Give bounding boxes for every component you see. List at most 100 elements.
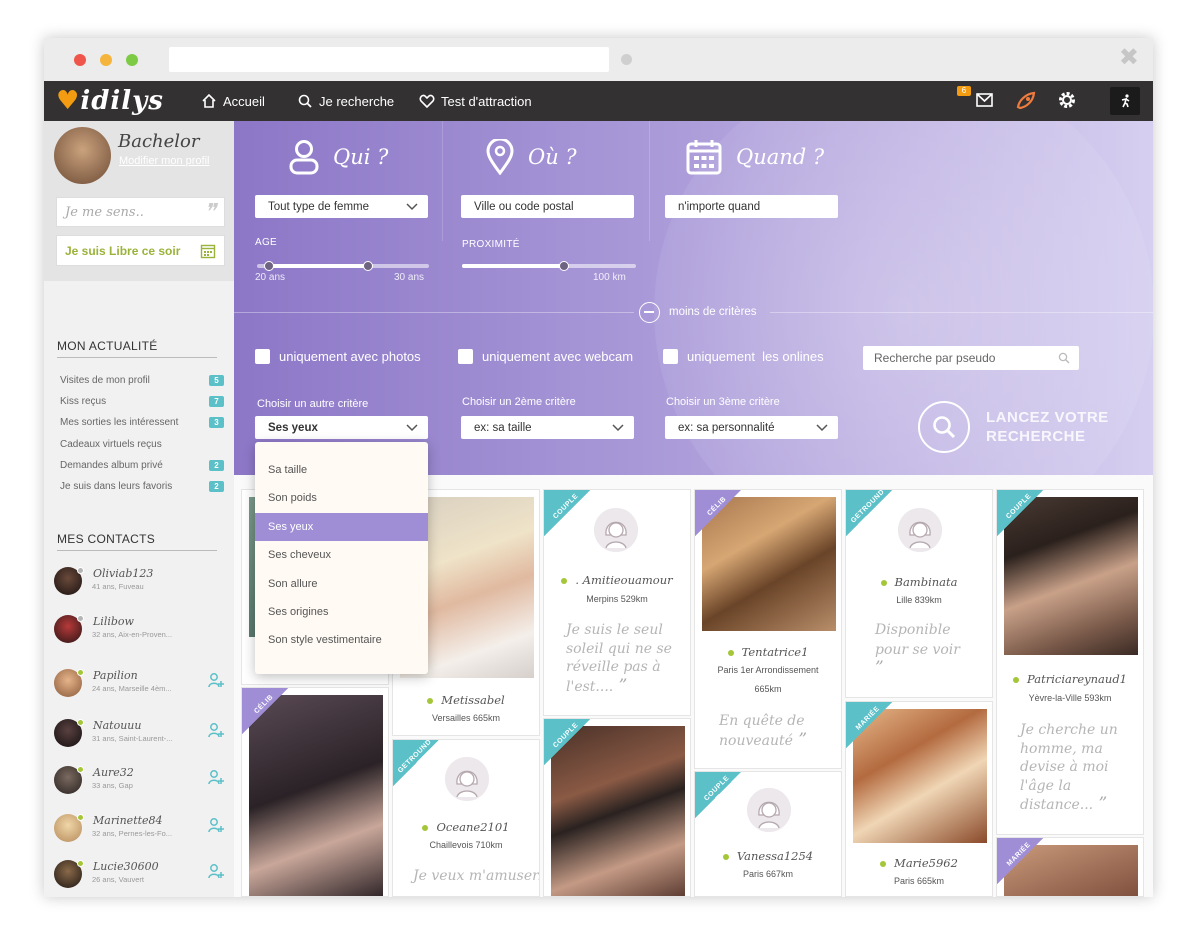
age-min-value: 20 ans: [255, 272, 286, 283]
contacts-title: MES CONTACTS: [57, 532, 217, 551]
nav-attraction-label: Test d'attraction: [441, 93, 532, 109]
add-contact-icon[interactable]: [208, 769, 224, 785]
pseudo-placeholder: Recherche par pseudo: [874, 351, 996, 365]
profile-card[interactable]: CÉLIB: [241, 687, 389, 897]
rocket-icon[interactable]: [1015, 91, 1037, 111]
photos-only-checkbox[interactable]: uniquement avec photos: [255, 349, 421, 364]
mood-input[interactable]: Je me sens.. ❞: [56, 197, 225, 227]
profile-card[interactable]: COUPLE Patriciareynaud1 Yèvre-la-Ville 5…: [996, 489, 1144, 835]
launch-search-button[interactable]: LANCEZ VOTRE RECHERCHE: [918, 401, 1109, 453]
dropdown-option[interactable]: Ses cheveux: [255, 541, 428, 569]
activity-item[interactable]: Visites de mon profil 5: [60, 375, 224, 386]
criterion-2-select[interactable]: ex: sa taille: [461, 416, 634, 439]
profile-card[interactable]: COUPLE Vanessa1254 Paris 667km: [694, 771, 842, 897]
online-dot: [722, 854, 729, 860]
maximize-window-dot[interactable]: [126, 54, 138, 66]
woman-type-select[interactable]: Tout type de femme: [255, 195, 428, 218]
profile-location: Lille 839km: [896, 595, 942, 605]
mail-icon[interactable]: [976, 93, 993, 107]
add-contact-icon[interactable]: [208, 863, 224, 879]
criterion-3-select[interactable]: ex: sa personnalité: [665, 416, 838, 439]
profile-card[interactable]: COUPLE . Amitieouamour Merpins 529km Je …: [543, 489, 691, 716]
logout-button[interactable]: [1110, 87, 1140, 115]
when-heading: Quand ?: [686, 139, 824, 175]
profile-card[interactable]: MARIÉE: [996, 837, 1144, 897]
contact-item[interactable]: Marinette84 32 ans, Pernes-les-Fo...: [54, 812, 224, 846]
profile-card[interactable]: MARIÉE Marie5962 Paris 665km: [845, 701, 993, 897]
when-select[interactable]: n'importe quand: [665, 195, 838, 218]
dropdown-option[interactable]: Son style vestimentaire: [255, 626, 428, 654]
criterion-1-select[interactable]: Ses yeux: [255, 416, 428, 439]
user-icon: [289, 140, 319, 175]
profile-card[interactable]: COUPLE: [543, 718, 691, 897]
activity-item[interactable]: Kiss reçus 7: [60, 396, 224, 407]
profile-card[interactable]: GETROUND Oceane2101 Chaillevois 710km Je…: [392, 739, 540, 897]
activity-item[interactable]: Mes sorties les intéressent 3: [60, 417, 224, 428]
edit-profile-link[interactable]: Modifier mon profil: [119, 155, 209, 167]
city-input[interactable]: Ville ou code postal: [461, 195, 634, 218]
checkbox-box[interactable]: [663, 349, 678, 364]
status-ribbon: MARIÉE: [846, 702, 892, 748]
activity-item[interactable]: Demandes album privé 2: [60, 460, 224, 471]
default-avatar[interactable]: [594, 508, 638, 552]
webcam-only-checkbox[interactable]: uniquement avec webcam: [458, 349, 633, 364]
profile-quote: Je veux m'amuser...surto ”: [413, 868, 539, 884]
contact-item[interactable]: Oliviab123 41 ans, Fuveau: [54, 565, 224, 599]
age-min-handle[interactable]: [264, 261, 274, 271]
online-dot: [880, 580, 887, 586]
default-avatar[interactable]: [898, 508, 942, 552]
reload-indicator[interactable]: [621, 54, 632, 65]
nav-attraction-link[interactable]: Test d'attraction: [419, 93, 532, 109]
nav-home-link[interactable]: Accueil: [201, 93, 265, 109]
contact-item[interactable]: Aure32 33 ans, Gap: [54, 764, 224, 798]
free-tonight-button[interactable]: Je suis Libre ce soir: [56, 235, 225, 266]
dropdown-option[interactable]: Sa taille: [255, 456, 428, 484]
status-dot: [77, 669, 84, 676]
add-contact-icon[interactable]: [208, 722, 224, 738]
close-window-dot[interactable]: [74, 54, 86, 66]
checkbox-box[interactable]: [458, 349, 473, 364]
dropdown-option[interactable]: Son allure: [255, 570, 428, 598]
contact-item[interactable]: Lilibow 32 ans, Aix-en-Proven...: [54, 613, 224, 647]
criterion-2-value: ex: sa taille: [474, 421, 532, 434]
minimize-window-dot[interactable]: [100, 54, 112, 66]
nav-search-link[interactable]: Je recherche: [297, 93, 394, 109]
online-only-checkbox[interactable]: uniquement les onlines: [663, 349, 824, 364]
dropdown-option-selected[interactable]: Ses yeux: [255, 512, 428, 542]
pseudo-search-input[interactable]: Recherche par pseudo: [863, 346, 1079, 370]
activity-item[interactable]: Cadeaux virtuels reçus: [60, 439, 224, 450]
profile-quote: Disponible pour se voir ”: [875, 622, 960, 678]
ribbon-label: COUPLE: [703, 774, 731, 803]
dropdown-option[interactable]: Son poids: [255, 484, 428, 512]
contact-item[interactable]: Papilion 24 ans, Marseille 4èm...: [54, 667, 224, 701]
gear-icon[interactable]: [1057, 90, 1077, 110]
checkbox-box[interactable]: [255, 349, 270, 364]
profile-name-text: Bambinata: [894, 575, 958, 589]
criterion-1-value: Ses yeux: [268, 421, 318, 434]
proximity-handle[interactable]: [559, 261, 569, 271]
default-avatar[interactable]: [445, 757, 489, 801]
quote-mark-icon: ”: [792, 729, 808, 750]
logo[interactable]: ♥idilys: [56, 86, 164, 116]
address-bar[interactable]: [169, 47, 609, 72]
age-label: AGE: [255, 237, 278, 248]
age-max-handle[interactable]: [363, 261, 373, 271]
dropdown-option[interactable]: Ses origines: [255, 598, 428, 626]
add-contact-icon[interactable]: [208, 672, 224, 688]
profile-card[interactable]: GETROUND Bambinata Lille 839km Disponibl…: [845, 489, 993, 698]
close-icon[interactable]: ✖: [1119, 46, 1139, 70]
default-avatar[interactable]: [747, 788, 791, 832]
checkbox-label: uniquement les onlines: [687, 349, 824, 364]
contact-item[interactable]: Natouuu 31 ans, Saint-Laurent-...: [54, 717, 224, 751]
contact-item[interactable]: Lucie30600 26 ans, Vauvert: [54, 858, 224, 892]
activity-item[interactable]: Je suis dans leurs favoris 2: [60, 481, 224, 492]
profile-card[interactable]: CÉLIB Tentatrice1 Paris 1er Arrondisseme…: [694, 489, 842, 769]
activity-label: Demandes album privé: [60, 460, 163, 471]
less-criteria-toggle[interactable]: moins de critères: [234, 302, 1153, 324]
activity-badge: 2: [209, 460, 224, 471]
contact-info: 41 ans, Fuveau: [92, 582, 144, 591]
add-contact-icon[interactable]: [208, 817, 224, 833]
checkbox-label: uniquement avec photos: [279, 349, 421, 364]
profile-avatar[interactable]: [54, 127, 111, 184]
nav-search-label: Je recherche: [319, 93, 395, 109]
